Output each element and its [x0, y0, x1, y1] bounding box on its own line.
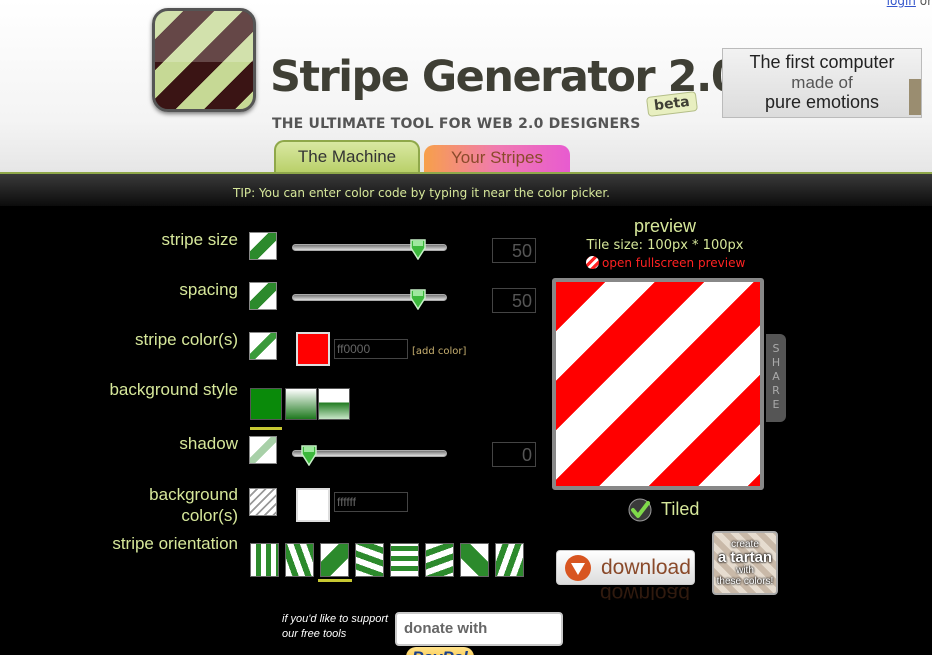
orientation-horizontal-icon[interactable]: [390, 543, 419, 577]
spacing-slider-handle[interactable]: [409, 288, 427, 310]
create-tartan-button[interactable]: create a tartan with these colors!: [712, 531, 778, 595]
spacing-icon: [249, 282, 277, 310]
shadow-label: shadow: [179, 434, 238, 453]
orientation-vertical-icon[interactable]: [250, 543, 279, 577]
share-tab[interactable]: SHARE: [766, 334, 786, 422]
share-tab-label: SHARE: [771, 342, 781, 411]
stripe-color-swatch[interactable]: [296, 332, 330, 366]
stripe-colors-label: stripe color(s): [135, 330, 238, 349]
background-style-gradient[interactable]: [285, 388, 317, 420]
orientation-slight-up-icon[interactable]: [425, 543, 454, 577]
background-color-swatch[interactable]: [296, 488, 330, 522]
login-links: login or: [887, 0, 932, 8]
stripe-size-slider-handle[interactable]: [409, 238, 427, 260]
background-colors-label: background color(s): [149, 484, 238, 526]
site-header: login or Stripe Generator 2.0 beta THE U…: [0, 0, 932, 172]
tab-the-machine[interactable]: The Machine: [274, 140, 420, 172]
background-style-selected-indicator: [250, 427, 282, 430]
login-link[interactable]: login: [887, 0, 916, 8]
stripe-orientation-label: stripe orientation: [112, 534, 238, 553]
stripe-size-label: stripe size: [161, 230, 238, 249]
tartan-line-4: these colors!: [716, 576, 774, 587]
tile-size-text: Tile size: 100px * 100px: [586, 238, 744, 253]
orientation-selected-indicator: [318, 579, 352, 582]
stripe-preview: [552, 278, 764, 490]
logo-icon[interactable]: [152, 8, 256, 112]
donate-button-label: donate with: [404, 620, 488, 637]
fullscreen-preview-link[interactable]: open fullscreen preview: [586, 256, 745, 270]
tartan-line-2: a tartan: [717, 549, 773, 566]
download-button-reflection: download: [600, 586, 690, 600]
orientation-slight-down-icon[interactable]: [355, 543, 384, 577]
tiled-label: Tiled: [661, 499, 700, 519]
background-colors-label-line-2: color(s): [181, 506, 238, 525]
background-colors-label-line-1: background: [149, 485, 238, 504]
tiled-checkbox[interactable]: [628, 498, 652, 522]
add-color-link[interactable]: [add color]: [412, 346, 466, 357]
shadow-slider-handle[interactable]: [300, 444, 318, 466]
ad-line-3: pure emotions: [764, 92, 880, 112]
login-suffix: or: [915, 0, 932, 8]
fullscreen-preview-icon: [586, 256, 599, 269]
orientation-antidiagonal-icon[interactable]: [460, 543, 489, 577]
background-style-flat[interactable]: [250, 388, 282, 420]
tagline: THE ULTIMATE TOOL FOR WEB 2.0 DESIGNERS: [272, 116, 641, 132]
fullscreen-preview-label: open fullscreen preview: [602, 256, 746, 270]
shadow-icon: [249, 436, 277, 464]
preview-title: preview: [633, 216, 697, 236]
paypal-logo: PayPal: [406, 647, 474, 655]
download-button[interactable]: download: [556, 550, 695, 585]
paypal-donate-button[interactable]: donate with PayPal: [395, 612, 563, 655]
ad-line-2: made of: [791, 73, 853, 92]
background-style-label: background style: [109, 380, 238, 399]
download-button-label: download: [601, 556, 691, 579]
tip-text: TIP: You can enter color code by typing …: [232, 186, 610, 200]
ad-image-edge: [909, 79, 921, 115]
checkmark-icon: [628, 498, 652, 522]
tab-your-stripes[interactable]: Your Stripes: [424, 145, 570, 172]
shadow-input[interactable]: 0: [492, 442, 536, 467]
spacing-label: spacing: [179, 280, 238, 299]
background-style-glossy[interactable]: [318, 388, 350, 420]
ad-line-1: The first computer: [749, 52, 895, 72]
stripe-size-input[interactable]: 50: [492, 238, 536, 263]
generator-panel: TIP: You can enter color code by typing …: [0, 172, 932, 655]
stripe-colors-icon: [249, 332, 277, 360]
orientation-diagonal-icon[interactable]: [320, 543, 349, 577]
donate-note: if you'd like to support our free tools: [282, 613, 389, 640]
spacing-input[interactable]: 50: [492, 288, 536, 313]
ad-banner[interactable]: The first computer made of pure emotions: [722, 48, 922, 118]
orientation-slight-right-icon[interactable]: [285, 543, 314, 577]
download-arrow-icon: [565, 555, 591, 581]
background-colors-icon: [249, 488, 277, 516]
tartan-line-3: with: [736, 565, 754, 576]
orientation-slight-left-icon[interactable]: [495, 543, 524, 577]
background-color-hex-input[interactable]: ffffff: [334, 492, 408, 512]
stripe-size-icon: [249, 232, 277, 260]
stripe-color-hex-input[interactable]: ff0000: [334, 339, 408, 359]
